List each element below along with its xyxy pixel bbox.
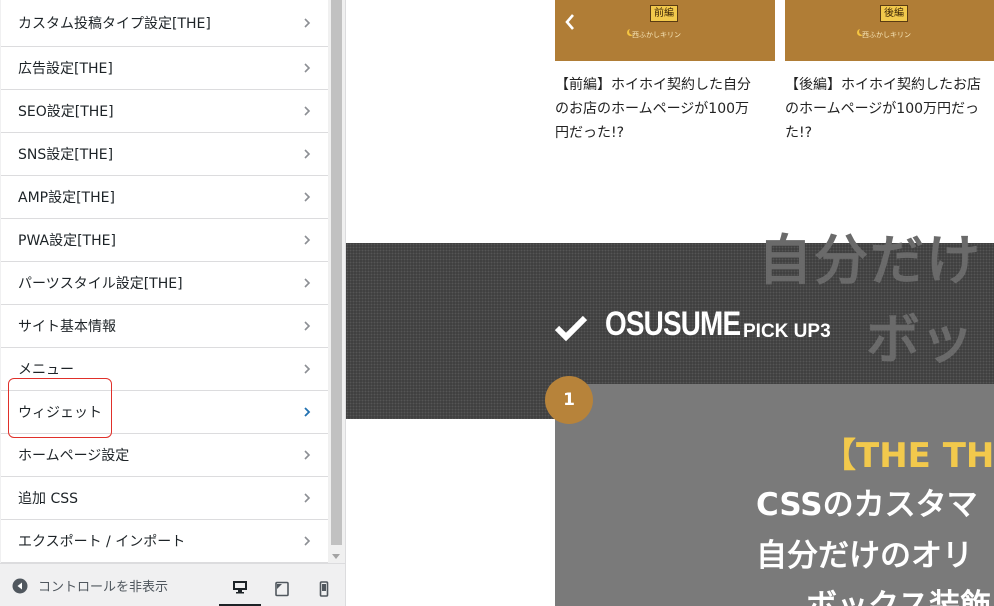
tablet-icon [275,581,289,596]
menu-item-label: 追加 CSS [18,491,78,507]
menu-item-label: ホームページ設定 [18,448,130,464]
customizer-menu: カスタム投稿タイプ設定[THE] 広告設定[THE] SEO設定[THE] SN… [1,0,328,563]
menu-item-additional-css[interactable]: 追加 CSS [1,477,328,520]
feature-title-line: CSSのカスタマ [756,487,978,523]
chevron-right-icon [302,278,312,288]
chevron-right-icon [302,493,312,503]
thumbnail-tag: 前編 [650,5,678,22]
menu-item-label: パーツスタイル設定[THE] [18,276,183,292]
menu-item-label: SNS設定[THE] [18,147,114,163]
menu-item-site-identity[interactable]: サイト基本情報 [1,305,328,348]
feature-title-line: 【THE THO [822,436,994,476]
chevron-right-icon [302,192,312,202]
desktop-icon [233,581,247,594]
scroll-down-arrow-icon[interactable] [332,554,340,559]
chevron-right-icon [302,18,312,28]
menu-item-sns[interactable]: SNS設定[THE] [1,133,328,176]
menu-item-seo[interactable]: SEO設定[THE] [1,90,328,133]
section-subheading: PICK UP3 [743,321,831,342]
chevron-right-icon [302,321,312,331]
customizer-footer: コントロールを非表示 [0,563,345,606]
menu-item-homepage-settings[interactable]: ホームページ設定 [1,434,328,477]
sidebar-scrollbar[interactable] [328,0,345,562]
menu-item-label: メニュー [18,362,74,378]
related-post-card[interactable]: 前編 西ふかしキリン 【前編】ホイホイ契約した自分 のお店のホームページが100… [555,0,775,145]
collapse-sidebar-button[interactable]: コントロールを非表示 [12,564,168,606]
menu-item-widgets[interactable]: ウィジェット [1,391,328,434]
menu-item-label: 広告設定[THE] [18,61,113,77]
menu-item-parts-style[interactable]: パーツスタイル設定[THE] [1,262,328,305]
feature-title-line: ボックス装飾 [806,588,992,606]
chevron-left-icon[interactable] [563,12,577,32]
preview-tablet-button[interactable] [261,570,303,606]
chevron-right-icon [302,536,312,546]
menu-item-label: PWA設定[THE] [18,233,116,249]
section-heading: OSUSUME [605,305,741,343]
customizer-sidebar: カスタム投稿タイプ設定[THE] 広告設定[THE] SEO設定[THE] SN… [0,0,346,606]
banner-background-text: 自分だけ [758,229,982,292]
post-thumbnail: 後編 西ふかしキリン [785,0,994,61]
post-title-link[interactable]: 【後編】ホイホイ契約したお店 のホームページが100万円だっ た!? [785,73,994,145]
menu-item-pwa[interactable]: PWA設定[THE] [1,219,328,262]
rank-number-badge: 1 [545,376,593,424]
thumbnail-tag: 後編 [880,5,908,22]
site-preview: 前編 西ふかしキリン 【前編】ホイホイ契約した自分 のお店のホームページが100… [346,0,994,606]
menu-item-label: サイト基本情報 [18,319,116,335]
scrollbar-thumb[interactable] [331,0,342,545]
menu-item-label: エクスポート / インポート [18,534,186,550]
chevron-right-icon [302,364,312,374]
menu-item-label: ウィジェット [18,405,102,421]
chevron-right-icon [302,450,312,460]
preview-mobile-button[interactable] [303,570,345,606]
chevron-right-icon [302,149,312,159]
post-title-link[interactable]: 【前編】ホイホイ契約した自分 のお店のホームページが100万 円だった!? [555,73,775,145]
menu-item-label: カスタム投稿タイプ設定[THE] [18,16,211,32]
post-thumbnail: 前編 西ふかしキリン [555,0,775,61]
thumbnail-brand: 西ふかしキリン [862,31,911,39]
chevron-right-icon [302,106,312,116]
menu-item-export-import[interactable]: エクスポート / インポート [1,520,328,563]
menu-item-amp[interactable]: AMP設定[THE] [1,176,328,219]
checkmark-icon [554,315,588,342]
banner-background-text: ボッ [866,308,974,371]
preview-desktop-button[interactable] [219,570,261,606]
menu-item-ads[interactable]: 広告設定[THE] [1,47,328,90]
menu-item-label: SEO設定[THE] [18,104,114,120]
related-post-card[interactable]: 後編 西ふかしキリン 【後編】ホイホイ契約したお店 のホームページが100万円だ… [785,0,994,145]
chevron-right-icon [302,407,312,417]
collapse-label: コントロールを非表示 [38,580,169,595]
arrow-left-circle-icon [12,578,28,593]
thumbnail-brand: 西ふかしキリン [632,31,681,39]
feature-title-line: 自分だけのオリ [756,538,973,574]
mobile-icon [319,580,329,597]
menu-item-menus[interactable]: メニュー [1,348,328,391]
menu-item-label: AMP設定[THE] [18,190,115,206]
chevron-right-icon [302,235,312,245]
chevron-right-icon [302,63,312,73]
menu-item-custom-post-type[interactable]: カスタム投稿タイプ設定[THE] [1,0,328,47]
